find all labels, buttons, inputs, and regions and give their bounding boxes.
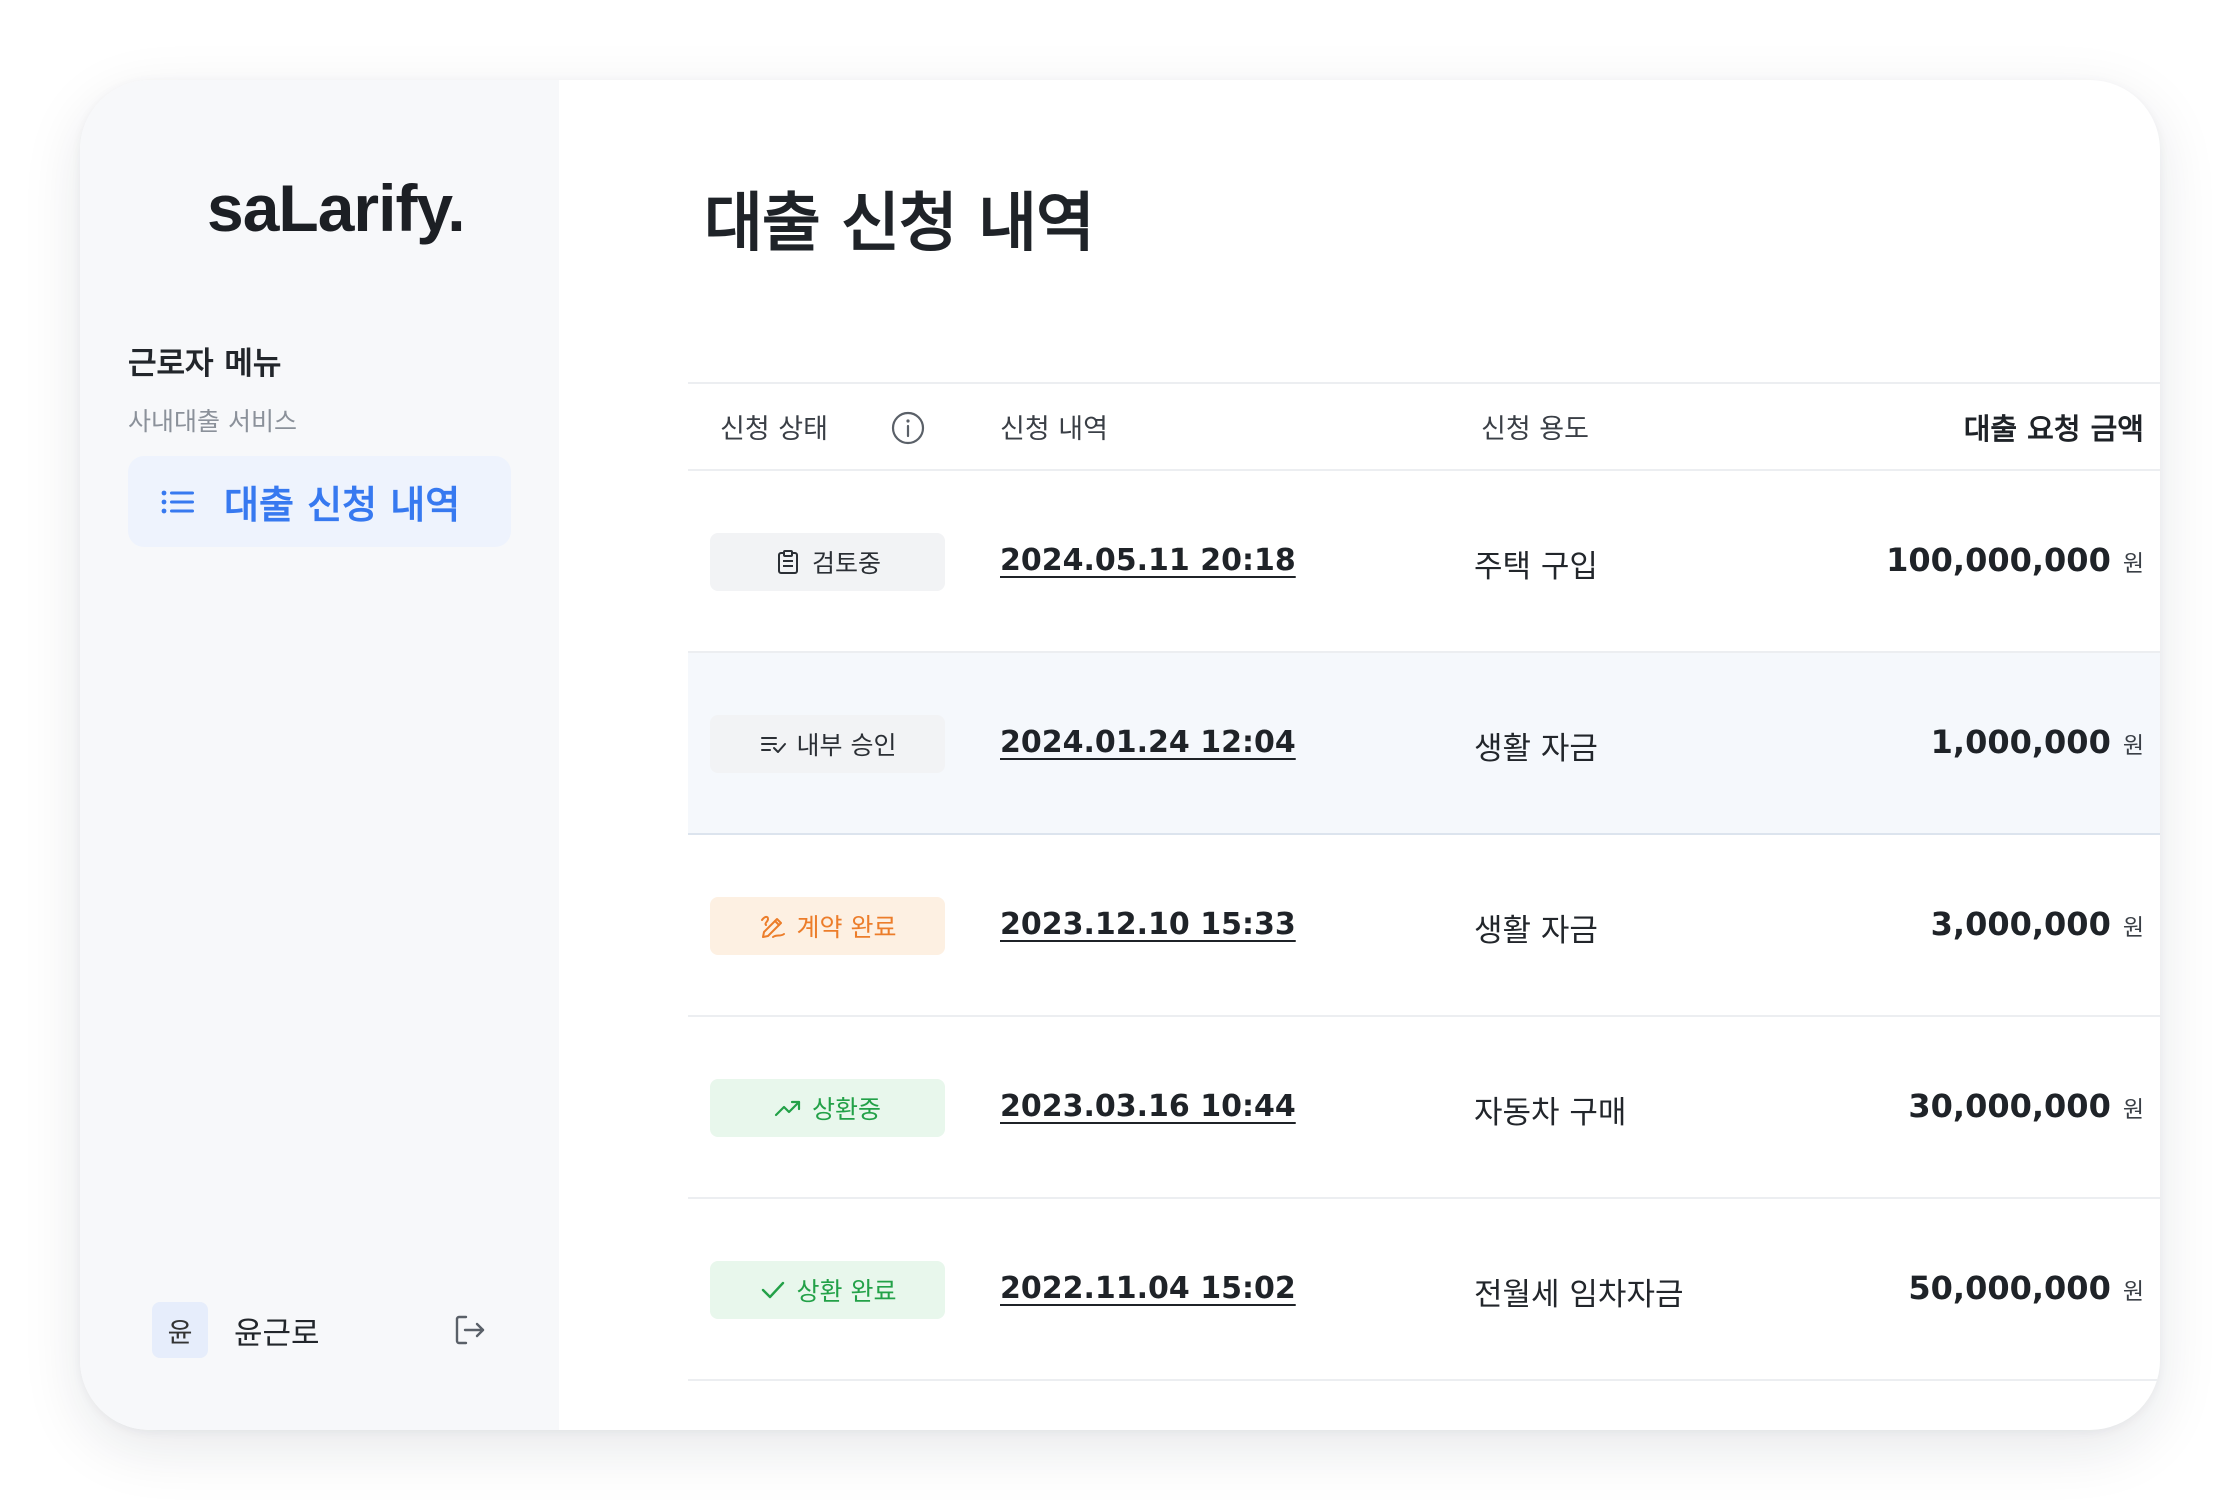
page-title: 대출 신청 내역 (704, 187, 1095, 261)
info-icon[interactable] (890, 410, 926, 446)
application-date-link[interactable]: 2022.11.04 15:02 (1000, 1271, 1296, 1306)
app-logo: saLarify. (207, 171, 466, 245)
purpose-text: 생활 자금 (1474, 731, 1598, 767)
sidebar-item-loan-history[interactable]: 대출 신청 내역 (128, 456, 511, 547)
status-badge: 검토중 (710, 533, 945, 591)
table-row: 내부 승인 2024.01.24 12:04 생활 자금 1,000,000 원 (688, 653, 2160, 835)
table-row: 상환중 2023.03.16 10:44 자동차 구매 30,000,000 원 (688, 1017, 2160, 1199)
sidebar-menu-title: 근로자 메뉴 (128, 346, 282, 382)
status-label: 계약 완료 (796, 913, 897, 942)
status-label: 상환중 (811, 1095, 881, 1124)
signature-icon (759, 912, 787, 940)
loan-table: 신청 상태 신청 내역 신청 용도 대출 요청 금액 검토중 2024.05.1… (688, 382, 2160, 1381)
purpose-text: 자동차 구매 (1474, 1095, 1627, 1131)
logout-icon[interactable] (452, 1312, 488, 1348)
status-badge: 내부 승인 (710, 715, 945, 773)
status-badge: 상환 완료 (710, 1261, 945, 1319)
application-date-link[interactable]: 2023.03.16 10:44 (1000, 1089, 1296, 1124)
app-window: saLarify. 근로자 메뉴 사내대출 서비스 대출 신청 내역 윤 윤근로 (80, 80, 2160, 1430)
header-status: 신청 상태 (720, 414, 828, 445)
avatar: 윤 (152, 1302, 208, 1358)
purpose-text: 전월세 임차자금 (1474, 1277, 1684, 1313)
application-date-link[interactable]: 2024.01.24 12:04 (1000, 725, 1296, 760)
purpose-text: 주택 구입 (1474, 549, 1598, 585)
table-row: 상환 완료 2022.11.04 15:02 전월세 임차자금 50,000,0… (688, 1199, 2160, 1381)
status-badge: 계약 완료 (710, 897, 945, 955)
amount-unit: 원 (2122, 915, 2144, 941)
clipboard-icon (774, 548, 802, 576)
amount-value: 100,000,000 (1886, 541, 2111, 579)
list-check-icon (759, 730, 787, 758)
amount-unit: 원 (2122, 551, 2144, 577)
amount-unit: 원 (2122, 1097, 2144, 1123)
header-date: 신청 내역 (1000, 414, 1108, 445)
header-purpose: 신청 용도 (1481, 414, 1589, 445)
check-icon (759, 1276, 787, 1304)
table-row: 계약 완료 2023.12.10 15:33 생활 자금 3,000,000 원 (688, 835, 2160, 1017)
status-label: 상환 완료 (796, 1277, 897, 1306)
sidebar-item-label: 대출 신청 내역 (224, 483, 461, 527)
amount-cell: 100,000,000 원 (1886, 541, 2144, 579)
sidebar-menu-subtitle: 사내대출 서비스 (128, 407, 297, 436)
table-row: 검토중 2024.05.11 20:18 주택 구입 100,000,000 원 (688, 471, 2160, 653)
user-profile: 윤 윤근로 (152, 1302, 492, 1358)
application-date-link[interactable]: 2024.05.11 20:18 (1000, 543, 1296, 578)
list-icon (158, 482, 198, 522)
table-header: 신청 상태 신청 내역 신청 용도 대출 요청 금액 (688, 384, 2160, 471)
status-label: 내부 승인 (796, 731, 897, 760)
amount-value: 50,000,000 (1908, 1269, 2111, 1307)
amount-cell: 3,000,000 원 (1931, 905, 2144, 943)
status-label: 검토중 (811, 549, 881, 578)
sidebar: saLarify. 근로자 메뉴 사내대출 서비스 대출 신청 내역 윤 윤근로 (80, 80, 559, 1430)
amount-cell: 1,000,000 원 (1931, 723, 2144, 761)
amount-cell: 50,000,000 원 (1908, 1269, 2144, 1307)
amount-unit: 원 (2122, 733, 2144, 759)
amount-cell: 30,000,000 원 (1908, 1087, 2144, 1125)
user-name: 윤근로 (234, 1315, 320, 1352)
application-date-link[interactable]: 2023.12.10 15:33 (1000, 907, 1296, 942)
amount-value: 30,000,000 (1908, 1087, 2111, 1125)
header-amount: 대출 요청 금액 (1963, 411, 2144, 446)
status-badge: 상환중 (710, 1079, 945, 1137)
trending-up-icon (774, 1094, 802, 1122)
amount-value: 3,000,000 (1930, 905, 2111, 943)
purpose-text: 생활 자금 (1474, 913, 1598, 949)
amount-value: 1,000,000 (1930, 723, 2111, 761)
amount-unit: 원 (2122, 1279, 2144, 1305)
main-content: 대출 신청 내역 신청 상태 신청 내역 신청 용도 대출 요청 금액 검토중 … (559, 80, 2160, 1430)
